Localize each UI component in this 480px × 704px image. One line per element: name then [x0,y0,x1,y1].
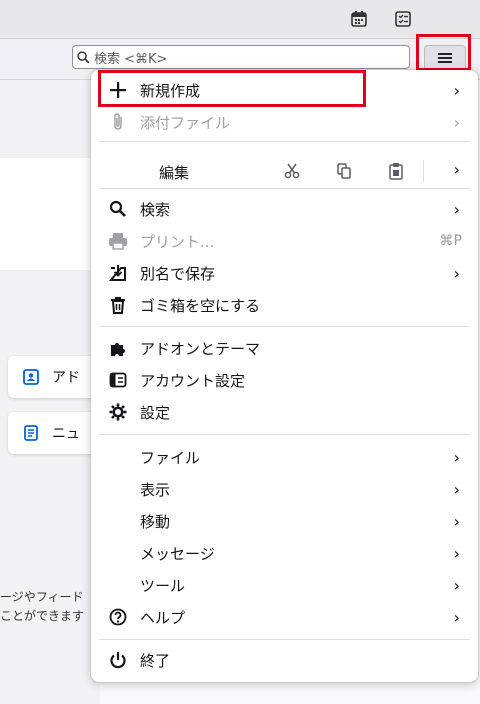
help-icon [107,606,129,628]
menu-item-message[interactable]: メッセージ › [91,537,478,569]
chevron-right-icon: › [453,447,460,467]
paperclip-icon [107,111,129,133]
menu-separator [99,141,470,142]
menu-separator [99,434,470,435]
search-input[interactable]: 検索 <⌘K> [72,45,410,69]
menu-item-tools[interactable]: ツール › [91,569,478,601]
save-icon [107,262,129,284]
menu-item-print: プリント... ⌘P [91,225,478,257]
chevron-right-icon: › [453,543,460,563]
cut-icon[interactable] [281,160,303,182]
menu-separator [99,188,470,189]
menu-item-label: 終了 [140,651,171,670]
background-panel [0,158,100,270]
menu-item-label: 添付ファイル [140,113,231,132]
card-label: ニュ [52,426,80,442]
menu-item-label: 新規作成 [140,81,201,100]
menu-item-help[interactable]: ヘルプ › [91,601,478,633]
chevron-right-icon: › [453,479,460,499]
chevron-right-icon: › [453,607,460,627]
card-label: アド [52,370,80,386]
gear-icon [107,401,129,423]
menu-item-label: プリント... [140,232,215,251]
menu-item-label: ツール [140,576,186,595]
menu-item-save-as[interactable]: 別名で保存 › [91,257,478,289]
chevron-right-icon: › [453,80,460,100]
menu-item-label: 検索 [140,200,171,219]
hamburger-icon [438,53,452,63]
menu-item-label: ファイル [140,448,201,467]
menu-item-settings[interactable]: 設定 [91,396,478,428]
app-menu-popup: 新規作成 › 添付ファイル › 編集 › 検索 › プリント... ⌘P 別名で… [91,70,478,682]
edit-row: 編集 › [91,154,478,188]
search-placeholder: 検索 <⌘K> [94,51,168,67]
menu-separator [99,326,470,327]
chevron-right-icon: › [453,575,460,595]
menu-item-label: アカウント設定 [140,371,246,390]
menu-item-label: メッセージ [140,544,215,563]
paste-icon[interactable] [385,160,407,182]
trash-icon [107,294,129,316]
menu-item-search[interactable]: 検索 › [91,193,478,225]
power-icon [107,649,129,671]
newsfeed-icon [24,425,38,441]
address-book-icon [23,369,39,385]
search-icon [107,198,129,220]
chevron-right-icon: › [453,112,460,132]
menu-item-label: アドオンとテーマ [140,339,261,358]
edit-separator [423,160,424,182]
app-menu-button[interactable] [424,45,466,71]
menu-item-label: ゴミ箱を空にする [140,296,261,315]
menu-item-label: ヘルプ [140,608,186,627]
plus-icon [107,79,129,101]
menu-item-label: 設定 [140,403,171,422]
tasks-icon[interactable] [393,9,413,29]
menu-item-new[interactable]: 新規作成 › [91,74,478,106]
menu-item-addons[interactable]: アドオンとテーマ [91,332,478,364]
background-text: ージやフィード [0,590,84,604]
menu-item-quit[interactable]: 終了 [91,644,478,676]
copy-icon[interactable] [333,160,355,182]
menu-item-empty-trash[interactable]: ゴミ箱を空にする [91,289,478,321]
menu-separator [99,639,470,640]
menu-item-go[interactable]: 移動 › [91,505,478,537]
background-band [0,270,100,704]
printer-icon [107,230,129,252]
chevron-right-icon[interactable]: › [454,160,460,179]
search-icon [77,50,90,63]
menu-item-label: 移動 [140,512,171,531]
title-bar [0,0,480,39]
chevron-right-icon: › [453,511,460,531]
edit-label: 編集 [159,164,190,182]
menu-item-file[interactable]: ファイル › [91,441,478,473]
chevron-right-icon: › [453,263,460,283]
chevron-right-icon: › [453,199,460,219]
menu-item-account-settings[interactable]: アカウント設定 [91,364,478,396]
puzzle-icon [107,337,129,359]
calendar-icon[interactable] [349,9,369,29]
account-icon [107,369,129,391]
background-band [0,80,100,158]
menu-item-attachments: 添付ファイル › [91,106,478,138]
menu-item-label: 別名で保存 [140,264,216,283]
shortcut-label: ⌘P [439,233,462,249]
menu-item-label: 表示 [140,480,171,499]
background-text: ことができます [0,609,85,623]
menu-item-view[interactable]: 表示 › [91,473,478,505]
